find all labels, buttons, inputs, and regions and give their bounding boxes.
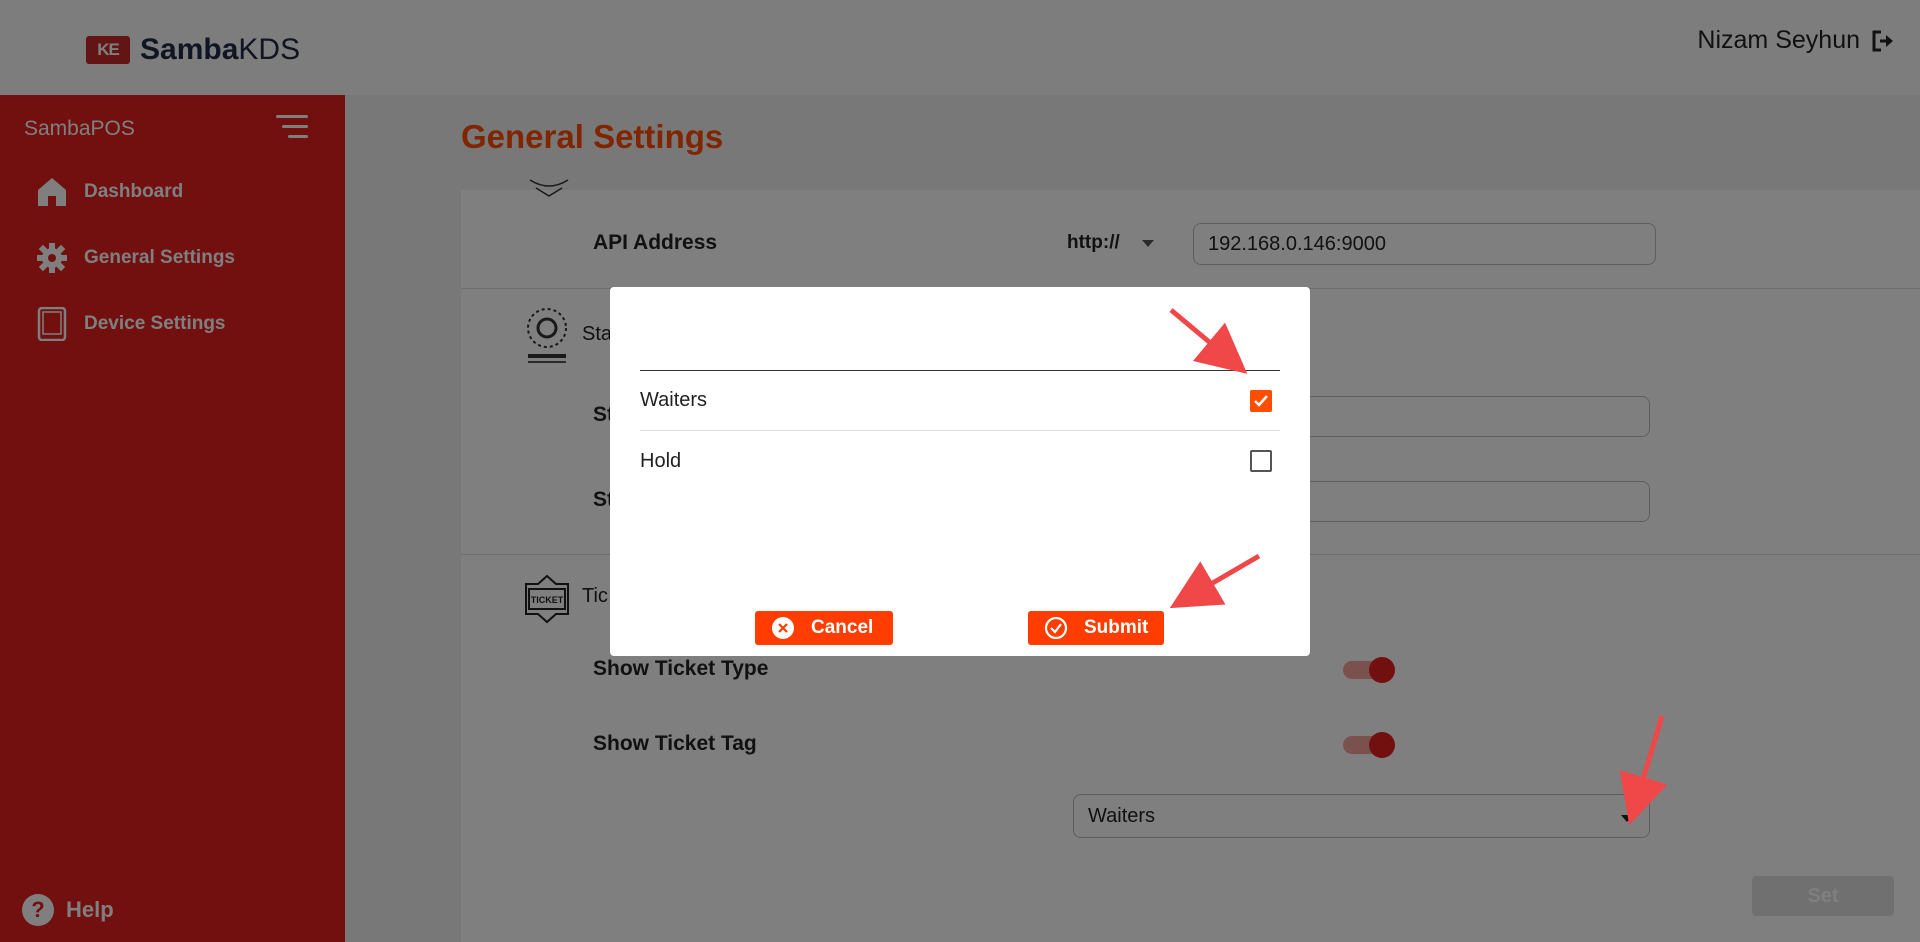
check-circle-icon xyxy=(1044,616,1068,640)
close-circle-icon xyxy=(772,617,794,639)
option-label: Hold xyxy=(640,449,682,472)
submit-label: Submit xyxy=(1084,617,1149,638)
ticket-tag-modal: Waiters Hold Cancel Submit xyxy=(610,287,1310,656)
option-row-waiters[interactable]: Waiters xyxy=(640,371,1280,431)
modal-search-input[interactable] xyxy=(640,339,1280,371)
cancel-label: Cancel xyxy=(811,617,874,638)
submit-button[interactable]: Submit xyxy=(1028,611,1164,645)
option-row-hold[interactable]: Hold xyxy=(640,431,1280,491)
check-icon xyxy=(1254,394,1268,407)
waiters-checkbox[interactable] xyxy=(1250,389,1272,412)
option-label: Waiters xyxy=(640,389,708,411)
cancel-button[interactable]: Cancel xyxy=(755,611,893,645)
hold-checkbox[interactable] xyxy=(1250,450,1272,472)
